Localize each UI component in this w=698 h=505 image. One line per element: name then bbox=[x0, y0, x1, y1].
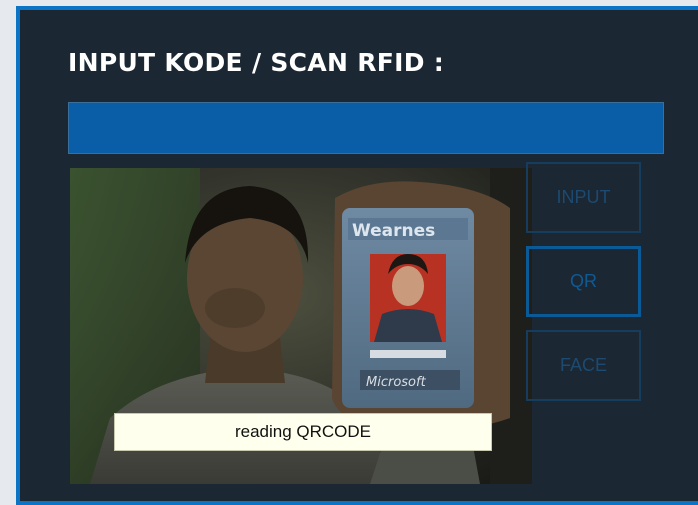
qr-mode-button[interactable]: QR bbox=[526, 246, 641, 317]
code-input[interactable] bbox=[68, 102, 664, 154]
svg-text:Microsoft: Microsoft bbox=[366, 375, 427, 390]
input-mode-button[interactable]: INPUT bbox=[526, 162, 641, 233]
face-mode-button[interactable]: FACE bbox=[526, 330, 641, 401]
camera-preview: Wearnes Microsoft reading QRCODE bbox=[70, 168, 532, 484]
svg-text:Wearnes: Wearnes bbox=[352, 221, 435, 241]
page-title: INPUT KODE / SCAN RFID : bbox=[68, 48, 445, 77]
camera-status-label: reading QRCODE bbox=[114, 413, 492, 451]
